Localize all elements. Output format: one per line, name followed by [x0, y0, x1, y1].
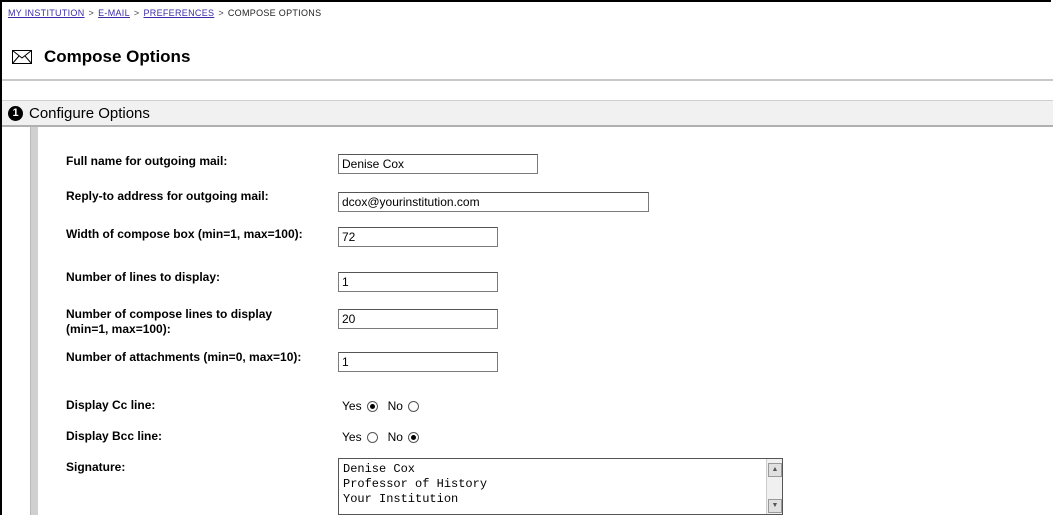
breadcrumb-preferences[interactable]: PREFERENCES	[143, 8, 214, 18]
reply-to-input[interactable]	[338, 192, 649, 212]
full-name-label: Full name for outgoing mail:	[66, 154, 228, 168]
section-header: 1 Configure Options	[2, 100, 1053, 127]
title-row: Compose Options	[12, 47, 190, 67]
breadcrumb-current: COMPOSE OPTIONS	[227, 8, 322, 18]
compose-lines-label: Number of compose lines to display (min=…	[66, 307, 273, 336]
lines-input[interactable]	[338, 272, 498, 292]
bcc-yes-label: Yes	[342, 430, 362, 444]
section-left-bar	[30, 127, 38, 515]
cc-yes-label: Yes	[342, 399, 362, 413]
scroll-up-icon[interactable]: ▲	[768, 463, 782, 477]
breadcrumb-email[interactable]: E-MAIL	[98, 8, 130, 18]
signature-label: Signature:	[66, 460, 126, 474]
cc-no-label: No	[387, 399, 403, 413]
breadcrumb-separator: >	[218, 8, 224, 18]
title-divider	[2, 79, 1053, 81]
cc-yes-radio[interactable]	[366, 400, 378, 412]
width-label: Width of compose box (min=1, max=100):	[66, 227, 303, 241]
breadcrumb-my-institution[interactable]: MY INSTITUTION	[8, 8, 85, 18]
attachments-input[interactable]	[338, 352, 498, 372]
step-number-badge: 1	[8, 106, 23, 121]
bcc-no-label: No	[387, 430, 403, 444]
cc-radio-group: Yes No	[342, 399, 429, 413]
width-input[interactable]	[338, 227, 498, 247]
envelope-icon	[12, 50, 32, 64]
signature-text[interactable]: Denise Cox Professor of History Your Ins…	[343, 462, 487, 507]
breadcrumb-separator: >	[133, 8, 140, 18]
full-name-input[interactable]	[338, 154, 538, 174]
scroll-down-icon[interactable]: ▼	[768, 499, 782, 513]
attachments-label: Number of attachments (min=0, max=10):	[66, 350, 302, 364]
bcc-label: Display Bcc line:	[66, 429, 163, 443]
reply-to-label: Reply-to address for outgoing mail:	[66, 189, 269, 203]
breadcrumb-separator: >	[88, 8, 95, 18]
bcc-yes-radio[interactable]	[366, 431, 378, 443]
signature-textarea[interactable]: Denise Cox Professor of History Your Ins…	[338, 458, 783, 515]
bcc-radio-group: Yes No	[342, 430, 429, 444]
cc-no-radio[interactable]	[407, 400, 419, 412]
signature-scrollbar[interactable]: ▲ ▼	[766, 459, 782, 514]
lines-label: Number of lines to display:	[66, 270, 221, 284]
cc-label: Display Cc line:	[66, 398, 156, 412]
breadcrumb: MY INSTITUTION > E-MAIL > PREFERENCES > COMPOS…	[8, 8, 321, 18]
page-title: Compose Options	[44, 47, 191, 66]
compose-lines-input[interactable]	[338, 309, 498, 329]
bcc-no-radio[interactable]	[407, 431, 419, 443]
section-title: Configure Options	[29, 105, 150, 122]
